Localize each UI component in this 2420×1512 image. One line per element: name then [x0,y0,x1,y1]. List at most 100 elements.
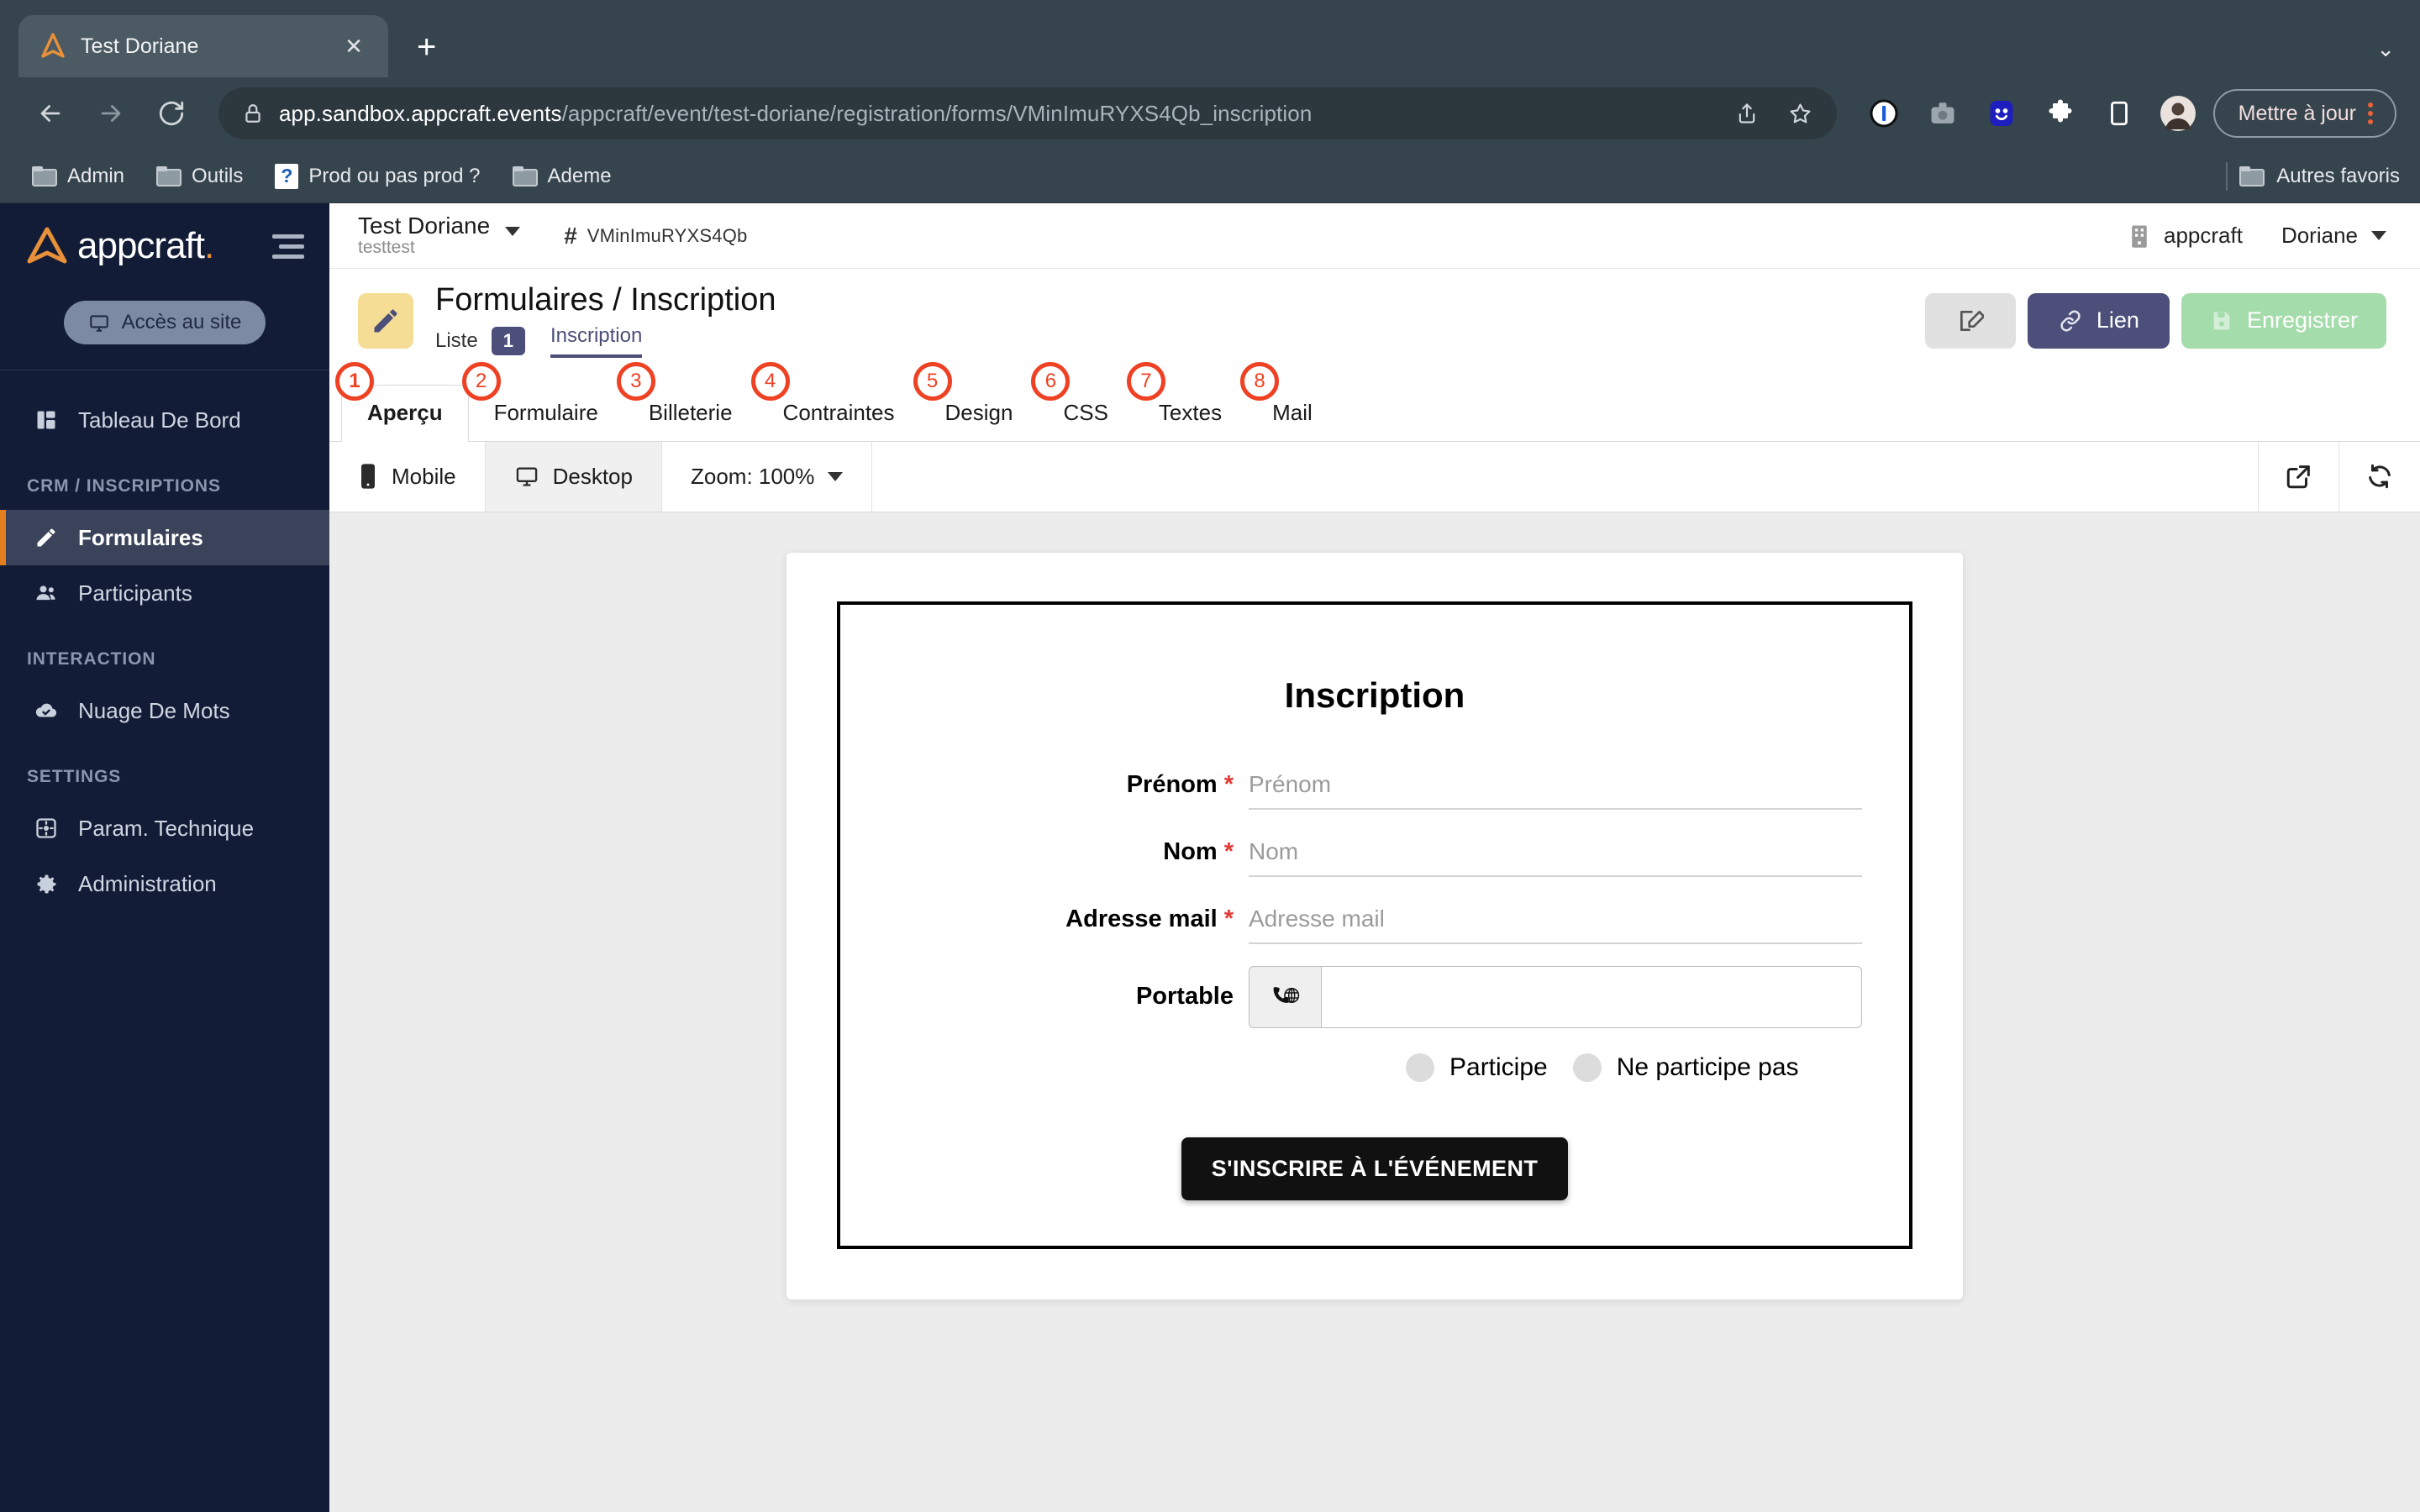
nom-input[interactable] [1249,828,1862,877]
phone-globe-icon[interactable] [1249,966,1321,1028]
application-body: appcraft. Accès au site Tableau De Bord [0,203,2420,1512]
cloud-check-icon [33,697,60,724]
close-icon[interactable]: ✕ [339,34,368,60]
caret-down-icon[interactable] [2371,231,2386,240]
tab-formulaire[interactable]: 2 Formulaire [469,386,623,441]
save-button[interactable]: Enregistrer [2181,293,2386,349]
sidebar-item-param-technique[interactable]: Param. Technique [0,801,329,856]
radio-participe[interactable]: Participe [1406,1053,1548,1082]
link-chain-icon [2058,308,2083,333]
bookmark-outils[interactable]: Outils [145,160,255,193]
field-label: Adresse mail* [887,906,1249,933]
logo-word: appcraft [77,225,204,266]
back-arrow-icon[interactable] [24,87,77,140]
event-code: # VMinImuRYXS4Qb [564,223,747,249]
tab-label: Formulaire [494,400,598,426]
puzzle-icon[interactable] [2037,90,2084,137]
caret-down-icon[interactable] [828,472,843,481]
app-header: Test Doriane testtest # VMinImuRYXS4Qb a… [329,203,2420,269]
email-input[interactable] [1249,895,1862,944]
tab-mail[interactable]: 8 Mail [1247,386,1338,441]
update-browser-button[interactable]: Mettre à jour [2213,89,2396,138]
sidebar-panel-icon[interactable] [2096,90,2143,137]
link-button[interactable]: Lien [2028,293,2170,349]
zoom-selector[interactable]: Zoom: 100% [662,442,872,512]
camera-extension-icon[interactable] [1919,90,1966,137]
page-title-group: Formulaires / Inscription Liste 1 Inscri… [435,284,776,358]
radio-button[interactable] [1406,1053,1434,1082]
bookmark-prod-ou-pas-prod[interactable]: ? Prod ou pas prod ? [263,159,492,194]
bookmarks-bar: Admin Outils ? Prod ou pas prod ? Ademe … [0,150,2420,203]
logo-dot: . [204,225,213,266]
sidebar-item-label: Nuage De Mots [78,698,230,724]
portable-input[interactable] [1321,966,1862,1028]
forward-arrow-icon[interactable] [84,87,138,140]
sidebar-item-label: Formulaires [78,525,203,551]
caret-down-icon[interactable] [505,227,520,236]
address-bar-actions [1724,91,1823,136]
bookmark-admin[interactable]: Admin [20,160,136,193]
site-access-button[interactable]: Accès au site [64,301,266,344]
browser-tab-title: Test Doriane [81,34,326,59]
url-host: app.sandbox.appcraft.events [279,101,562,126]
edit-button[interactable] [1925,293,2016,349]
reload-icon[interactable] [145,87,198,140]
kebab-menu-icon[interactable] [2368,102,2373,124]
tab-number-badge: 3 [617,362,655,401]
tab-contraintes[interactable]: 4 Contraintes [758,386,920,441]
preview-mode-mobile[interactable]: Mobile [329,442,486,512]
mobile-phone-icon [358,463,378,490]
collapse-menu-icon[interactable] [272,234,304,259]
tab-label: Mail [1272,400,1313,426]
radio-button[interactable] [1573,1053,1602,1082]
tab-design[interactable]: 5 Design [920,386,1039,441]
subtab-inscription[interactable]: Inscription [550,324,642,358]
browser-tab[interactable]: Test Doriane ✕ [18,15,388,77]
sidebar-item-tableau-de-bord[interactable]: Tableau De Bord [0,392,329,448]
other-bookmarks-label: Autres favoris [2276,165,2400,188]
sidebar-item-nuage-de-mots[interactable]: Nuage De Mots [0,683,329,738]
address-bar[interactable]: app.sandbox.appcraft.events/appcraft/eve… [218,87,1837,139]
refresh-icon[interactable] [2339,442,2420,512]
onepassword-icon[interactable] [1860,90,1907,137]
bookmark-ademe[interactable]: Ademe [501,160,623,193]
address-bar-url: app.sandbox.appcraft.events/appcraft/eve… [279,101,1312,127]
profile-avatar[interactable] [2154,90,2202,137]
save-button-label: Enregistrer [2247,307,2358,333]
prenom-input[interactable] [1249,761,1862,810]
sidebar-item-label: Participants [78,580,192,606]
submit-registration-button[interactable]: S'INSCRIRE À L'ÉVÉNEMENT [1181,1137,1568,1200]
monitor-icon [88,312,110,333]
sidebar-logo[interactable]: appcraft. [0,225,329,267]
chevron-down-icon[interactable]: ⌄ [2376,36,2395,62]
radio-ne-participe-pas[interactable]: Ne participe pas [1573,1053,1799,1082]
tab-css[interactable]: 6 CSS [1038,386,1133,441]
tab-number-badge: 5 [913,362,952,401]
smiley-extension-icon[interactable] [1978,90,2025,137]
user-menu[interactable]: Doriane [2281,223,2386,249]
bookmark-label: Ademe [548,165,612,188]
organization-selector[interactable]: appcraft [2128,223,2243,249]
sidebar-item-administration[interactable]: Administration [0,856,329,911]
preview-mode-desktop[interactable]: Desktop [486,442,662,512]
event-selector[interactable]: Test Doriane testtest [358,213,520,258]
tab-apercu[interactable]: 1 Aperçu [341,385,469,442]
folder-icon [2239,166,2265,186]
page-actions: Lien Enregistrer [1925,293,2386,349]
folder-icon [32,166,57,186]
tab-label: Textes [1159,400,1222,426]
tab-billeterie[interactable]: 3 Billeterie [623,386,758,441]
sidebar-item-formulaires[interactable]: Formulaires [0,510,329,565]
star-icon[interactable] [1778,91,1823,136]
open-external-icon[interactable] [2259,442,2339,512]
link-button-label: Lien [2096,307,2139,333]
preview-page: Inscription Prénom* Nom* Adresse mail* [786,553,1963,1299]
other-bookmarks[interactable]: Autres favoris [2226,162,2400,191]
page-title: Formulaires / Inscription [435,284,776,318]
tab-textes[interactable]: 7 Textes [1134,386,1247,441]
subtab-liste[interactable]: Liste [435,329,478,353]
form-row-portable: Portable [887,966,1862,1028]
share-icon[interactable] [1724,91,1770,136]
new-tab-button[interactable]: + [417,30,436,64]
sidebar-item-participants[interactable]: Participants [0,565,329,621]
